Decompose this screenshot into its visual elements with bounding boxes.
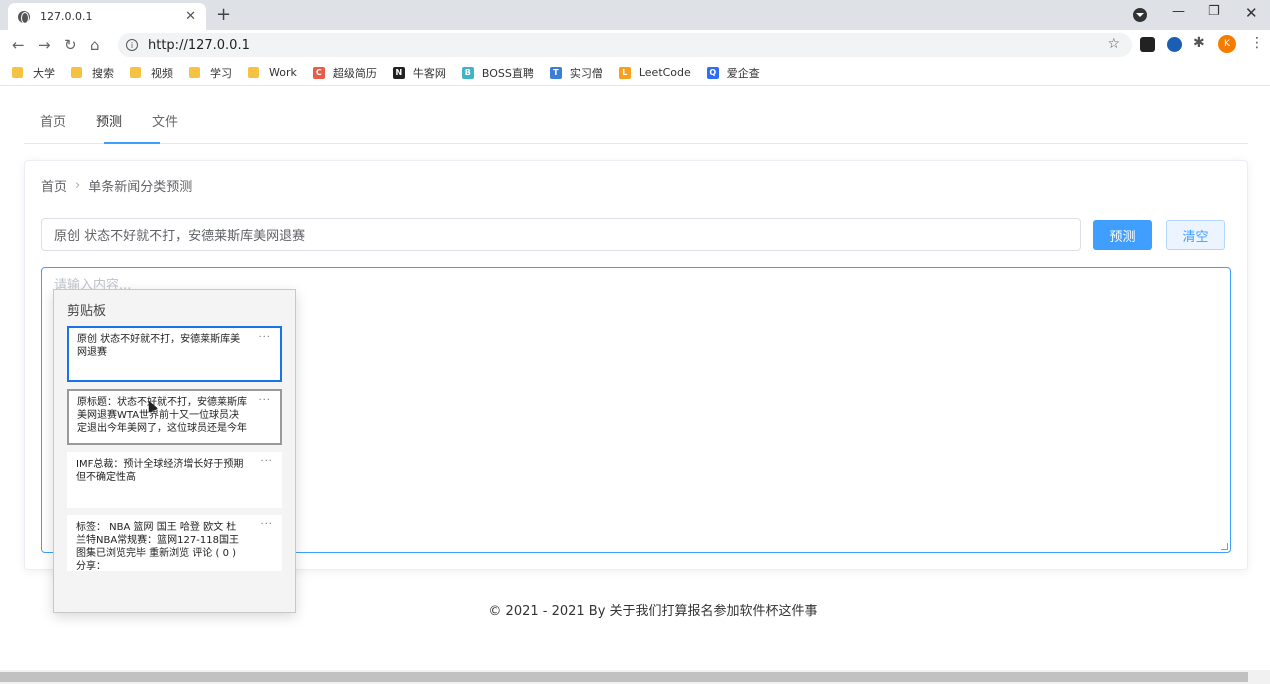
home-icon[interactable]: ⌂ <box>90 36 100 54</box>
bookmark-item[interactable]: C 超级简历 <box>312 65 377 81</box>
tab-files[interactable]: 文件 <box>152 111 178 130</box>
tab-title: 127.0.0.1 <box>40 10 93 23</box>
bookmark-item[interactable]: N 牛客网 <box>392 65 446 81</box>
clipboard-item-text: IMF总裁：预计全球经济增长好于预期但不确定性高 <box>76 459 244 483</box>
scrollbar-thumb[interactable] <box>0 672 1248 682</box>
bookmark-star-icon[interactable]: ☆ <box>1107 36 1120 52</box>
tab-search-icon[interactable] <box>1133 8 1147 22</box>
news-title-value: 原创 状态不好就不打，安德莱斯库美网退赛 <box>54 229 306 244</box>
bookmark-item[interactable]: B BOSS直聘 <box>461 65 534 81</box>
site-info-icon[interactable]: i <box>126 39 138 51</box>
breadcrumb-current: 单条新闻分类预测 <box>88 180 193 195</box>
clipboard-title: 剪贴板 <box>67 304 107 319</box>
bookmark-label: Work <box>269 66 297 79</box>
page-tabs: 首页 预测 文件 <box>24 97 1248 144</box>
site-favicon-icon: N <box>392 66 405 79</box>
breadcrumb: 首页 › 单条新闻分类预测 <box>41 176 192 195</box>
new-tab-icon[interactable]: + <box>216 4 231 25</box>
address-bar[interactable]: i http://127.0.0.1 ☆ <box>118 33 1132 57</box>
bookmark-label: LeetCode <box>638 66 691 79</box>
bookmark-item[interactable]: 大学 <box>12 65 55 81</box>
more-options-icon[interactable]: ··· <box>260 518 273 531</box>
clipboard-item[interactable]: 原标题：状态不好就不打，安德莱斯库美网退赛WTA世界前十又一位球员决定退出今年美… <box>67 389 282 445</box>
profile-avatar[interactable]: K <box>1218 35 1236 53</box>
puzzle-icon[interactable]: ✱ <box>1193 35 1208 51</box>
bookmark-label: 学习 <box>210 66 232 80</box>
restore-icon[interactable]: ❐ <box>1208 4 1220 19</box>
more-options-icon[interactable]: ··· <box>260 455 273 468</box>
close-tab-icon[interactable]: ✕ <box>185 9 196 24</box>
clipboard-item[interactable]: 标签： NBA 篮网 国王 哈登 欧文 杜兰特NBA常规赛：篮网127-118国… <box>67 515 282 571</box>
extension-icon[interactable] <box>1140 37 1155 52</box>
site-favicon-icon: Q <box>706 66 719 79</box>
chevron-right-icon: › <box>75 178 81 193</box>
clear-button[interactable]: 清空 <box>1166 220 1225 250</box>
bookmark-item[interactable]: 搜索 <box>71 65 114 81</box>
bookmark-label: 大学 <box>33 66 55 80</box>
more-options-icon[interactable]: ··· <box>258 394 271 407</box>
resize-handle[interactable] <box>1221 543 1228 550</box>
clipboard-item-text: 原创 状态不好就不打，安德莱斯库美网退赛 <box>77 334 241 358</box>
site-favicon-icon: T <box>549 66 562 79</box>
folder-icon <box>130 67 141 78</box>
tab-predict[interactable]: 预测 <box>96 111 122 130</box>
minimize-icon[interactable]: — <box>1172 4 1185 19</box>
bookmark-label: 超级简历 <box>332 66 377 80</box>
clipboard-item-text: 标签： NBA 篮网 国王 哈登 欧文 杜兰特NBA常规赛：篮网127-118国… <box>76 522 239 571</box>
more-options-icon[interactable]: ··· <box>258 331 271 344</box>
check-extension-icon[interactable] <box>1167 37 1182 52</box>
globe-icon <box>18 10 30 24</box>
window-close-icon[interactable]: ✕ <box>1245 4 1258 22</box>
folder-icon <box>248 67 259 78</box>
predict-button[interactable]: 预测 <box>1093 220 1152 250</box>
menu-icon[interactable]: ⋮ <box>1250 35 1265 51</box>
tab-home[interactable]: 首页 <box>40 111 66 130</box>
browser-toolbar: ← → ↻ ⌂ i http://127.0.0.1 ☆ ✱ K ⋮ <box>0 30 1270 60</box>
bookmark-item[interactable]: Q 爱企查 <box>706 65 760 81</box>
bookmark-label: BOSS直聘 <box>481 66 534 80</box>
news-title-input[interactable]: 原创 状态不好就不打，安德莱斯库美网退赛 <box>41 218 1081 251</box>
clipboard-item-text: 原标题：状态不好就不打，安德莱斯库美网退赛WTA世界前十又一位球员决定退出今年美… <box>77 397 247 434</box>
folder-icon <box>189 67 200 78</box>
bookmark-label: 爱企查 <box>726 66 760 80</box>
folder-icon <box>12 67 23 78</box>
browser-tab-bar: 127.0.0.1 ✕ + — ❐ ✕ <box>0 0 1270 30</box>
bookmark-item[interactable]: T 实习僧 <box>549 65 603 81</box>
horizontal-scrollbar[interactable] <box>0 670 1270 684</box>
clipboard-item[interactable]: IMF总裁：预计全球经济增长好于预期但不确定性高 ··· <box>67 452 282 508</box>
bookmark-label: 实习僧 <box>569 66 603 80</box>
browser-tab[interactable]: 127.0.0.1 ✕ <box>8 3 206 30</box>
folder-icon <box>71 67 82 78</box>
bookmark-label: 搜索 <box>92 66 114 80</box>
back-icon[interactable]: ← <box>12 36 25 54</box>
clipboard-item[interactable]: 原创 状态不好就不打，安德莱斯库美网退赛 ··· <box>67 326 282 382</box>
bookmark-item[interactable]: 视频 <box>130 65 173 81</box>
bookmark-item[interactable]: 学习 <box>189 65 232 81</box>
site-favicon-icon: B <box>461 66 474 79</box>
bookmark-label: 牛客网 <box>412 66 446 80</box>
bookmark-item[interactable]: L LeetCode <box>618 66 691 79</box>
forward-icon[interactable]: → <box>38 36 51 54</box>
clipboard-panel: 剪贴板 原创 状态不好就不打，安德莱斯库美网退赛 ··· 原标题：状态不好就不打… <box>53 289 296 613</box>
site-favicon-icon: L <box>618 66 631 79</box>
active-tab-indicator <box>104 142 160 144</box>
url-text: http://127.0.0.1 <box>148 37 250 53</box>
bookmarks-bar: 大学 搜索 视频 学习 Work C 超级简历 N 牛客网 B BOSS直聘 T 实习僧 L LeetCod… <box>0 60 1270 86</box>
bookmark-label: 视频 <box>151 66 173 80</box>
reload-icon[interactable]: ↻ <box>64 36 77 54</box>
breadcrumb-home[interactable]: 首页 <box>41 176 67 195</box>
site-favicon-icon: C <box>312 66 325 79</box>
bookmark-item[interactable]: Work <box>248 66 297 79</box>
